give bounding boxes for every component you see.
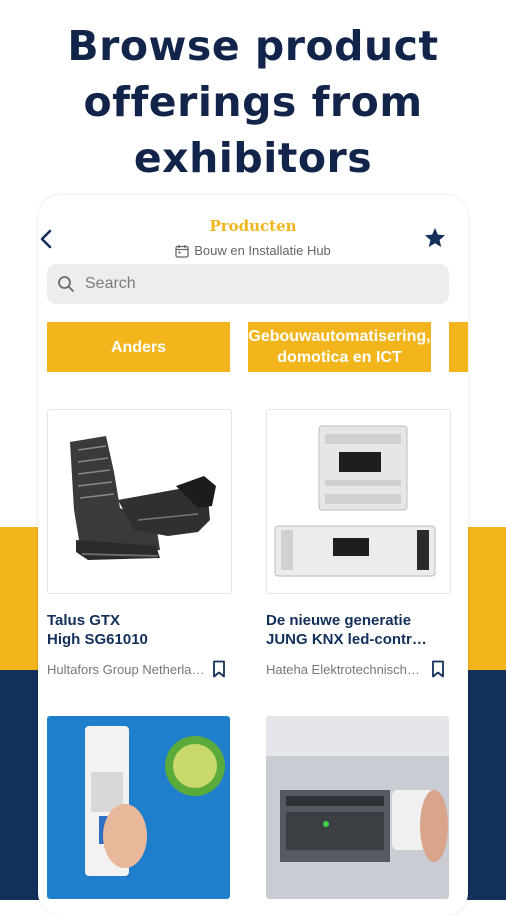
headline-line-3: exhibitors: [133, 134, 373, 182]
exhibitor-name: Hateha Elektrotechnische Handelsondernem…: [266, 662, 424, 677]
category-chip-label: Anders: [110, 338, 167, 356]
product-card[interactable]: [47, 716, 230, 899]
event-subtitle: Bouw en Installatie Hub: [38, 243, 468, 258]
headline-line-1: Browse product: [67, 22, 439, 70]
app-screen: Producten Bouw en Installatie Hub Anders…: [38, 195, 468, 915]
event-name: Bouw en Installatie Hub: [194, 243, 331, 258]
category-chip-gebouwautomatisering[interactable]: Gebouwautomatisering, domotica en ICT: [248, 322, 431, 372]
search-input[interactable]: [83, 274, 427, 294]
product-card[interactable]: [266, 716, 449, 899]
headline-line-2: offerings from: [83, 78, 423, 126]
category-chip-label: Gebouwautomatisering, domotica en ICT: [248, 328, 431, 366]
product-title[interactable]: De nieuwe generatie JUNG KNX led-contr…: [266, 611, 449, 649]
search-icon: [58, 276, 74, 292]
product-card[interactable]: [47, 409, 232, 594]
product-title[interactable]: Talus GTX High SG61010: [47, 611, 230, 649]
product-image-installation: [266, 716, 449, 899]
bookmark-icon[interactable]: [431, 660, 445, 678]
product-card[interactable]: [266, 409, 451, 594]
promo-headline: Browse product offerings from exhibitors: [0, 18, 506, 186]
exhibitor-name: Hultafors Group Netherlands: [47, 662, 205, 677]
category-chip-anders[interactable]: Anders: [47, 322, 230, 372]
page-title: Producten: [209, 217, 297, 235]
product-image-led-controller: [274, 425, 436, 577]
category-chip-next[interactable]: [449, 322, 468, 372]
product-image-breaker: [47, 716, 230, 899]
product-image-boot: [70, 436, 216, 560]
favorite-star-icon[interactable]: [423, 226, 447, 250]
bookmark-icon[interactable]: [212, 660, 226, 678]
calendar-icon: [175, 244, 189, 258]
search-bar[interactable]: [47, 264, 449, 304]
